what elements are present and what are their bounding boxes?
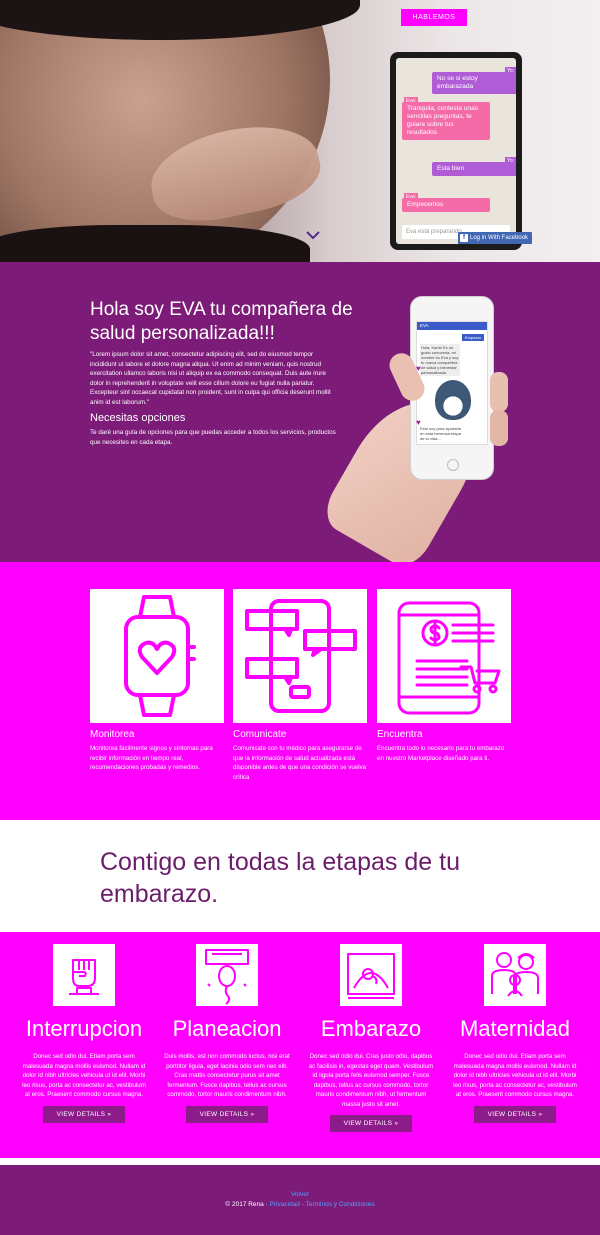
divider: [0, 1158, 600, 1165]
feature-text: Encuentra todo lo necesario para tu emba…: [377, 745, 505, 762]
stage-title: Maternidad: [459, 1016, 571, 1041]
terms-link[interactable]: Terminos y Condiciones: [306, 1201, 375, 1208]
home-button: [447, 459, 459, 471]
facebook-login-button[interactable]: f Log in With Facebook: [458, 232, 532, 244]
view-details-button[interactable]: VIEW DETAILS »: [330, 1115, 412, 1132]
hablemos-button[interactable]: HABLEMOS: [401, 9, 467, 26]
finger: [490, 372, 508, 412]
intro-section: Hola soy EVA tu compañera de salud perso…: [0, 262, 600, 562]
feature-card: Encuentra Encuentra todo lo necesario pa…: [377, 589, 511, 763]
chat-message-user: Yo: Esta bien: [432, 157, 516, 176]
options-title: Necesitas opciones: [90, 412, 186, 424]
chat-message-user: Yo: No se si estoy embarazada: [432, 67, 516, 94]
view-details-button[interactable]: VIEW DETAILS »: [474, 1105, 556, 1123]
contigo-section: Contigo en todas la etapas de tu embaraz…: [0, 820, 600, 932]
feature-title: Monitorea: [90, 729, 135, 740]
stage-text: Donec sed odio dui. Etiam porta sem male…: [453, 1053, 577, 1098]
stage-card: Embarazo Donec sed odio dui. Cras justo …: [301, 944, 441, 1132]
feature-card: Comunicate Comunicate con tu médico para…: [233, 589, 367, 782]
phone-message: Hola, Karla! Es un gusto conocerla, mi n…: [420, 344, 460, 376]
stage-text: Donec sed odio dui. Cras justo odio, dap…: [308, 1053, 434, 1108]
stage-card: Interrupcion Donec sed odio dui. Etiam p…: [14, 944, 154, 1123]
hand-holding-phone: EVA Empezar Hola, Karla! Es un gusto con…: [317, 292, 510, 574]
phone-message: Esto soy para ayudarte en esta hermosa e…: [420, 426, 462, 441]
phone-chat-icon: [233, 589, 367, 723]
heart-icon: ♥: [416, 364, 421, 373]
phone-screen: EVA Empezar Hola, Karla! Es un gusto con…: [416, 321, 488, 445]
intro-text: "Lorem ipsum dolor sit amet, consectetur…: [90, 351, 331, 406]
chat-screen: Yo: No se si estoy embarazada Eva: Tranq…: [396, 58, 516, 244]
stage-title: Interrupcion: [25, 1016, 143, 1041]
chevron-down-icon[interactable]: [305, 230, 321, 240]
feature-text: Monitorea fácilmente signos y síntomas p…: [90, 745, 213, 771]
phone-app-bar: EVA: [417, 322, 487, 330]
stage-card: Maternidad Donec sed odio dui. Etiam por…: [445, 944, 585, 1123]
contigo-title: Contigo en todas la etapas de tu embaraz…: [100, 848, 460, 908]
stage-card: Planeacion Duis mollis, est non commodo …: [157, 944, 297, 1123]
feature-card: Monitorea Monitorea fácilmente signos y …: [90, 589, 224, 773]
calendar-balloon-icon: [196, 944, 258, 1006]
tablet-cart-icon: [377, 589, 511, 723]
stage-text: Donec sed odio dui. Etiam porta sem male…: [22, 1053, 146, 1098]
chat-message-eva: Eva: Empecemos: [402, 193, 490, 212]
feature-title: Comunicate: [233, 729, 287, 740]
view-details-button[interactable]: VIEW DETAILS »: [43, 1105, 125, 1123]
penguin-image: [435, 380, 471, 420]
chat-tablet: Yo: No se si estoy embarazada Eva: Tranq…: [390, 52, 522, 250]
hero-photo-shorts: [0, 225, 310, 262]
stage-title: Planeacion: [172, 1016, 282, 1041]
ultrasound-icon: [340, 944, 402, 1006]
back-link[interactable]: Volver: [0, 1191, 600, 1198]
facebook-icon: f: [460, 234, 468, 242]
intro-title: Hola soy EVA tu compañera de salud perso…: [90, 299, 353, 344]
finger: [490, 410, 508, 446]
smartwatch-heart-icon: [90, 589, 224, 723]
stage-title: Embarazo: [320, 1016, 422, 1041]
view-details-button[interactable]: VIEW DETAILS »: [186, 1105, 268, 1123]
feature-title: Encuentra: [377, 729, 423, 740]
raised-fist-icon: [53, 944, 115, 1006]
privacy-link[interactable]: Privacidad: [270, 1201, 300, 1208]
phone-button: Empezar: [461, 334, 484, 341]
options-text: Te daré una guía de opciones para que pu…: [90, 429, 336, 446]
chat-message-eva: Eva: Tranquila, contesta unas sencillas …: [402, 97, 490, 140]
family-icon: [484, 944, 546, 1006]
features-section: Monitorea Monitorea fácilmente signos y …: [0, 562, 600, 820]
feature-text: Comunicate con tu médico para asegurarse…: [233, 745, 367, 781]
heart-icon: ♥: [416, 418, 421, 427]
stage-text: Duis mollis, est non commodo luctus, nis…: [164, 1053, 290, 1098]
footer: Volver © 2017 Rena · Privacidad · Termin…: [0, 1165, 600, 1235]
stages-section: Interrupcion Donec sed odio dui. Etiam p…: [0, 932, 600, 1158]
copyright: © 2017 Rena · Privacidad · Terminos y Co…: [225, 1201, 375, 1208]
